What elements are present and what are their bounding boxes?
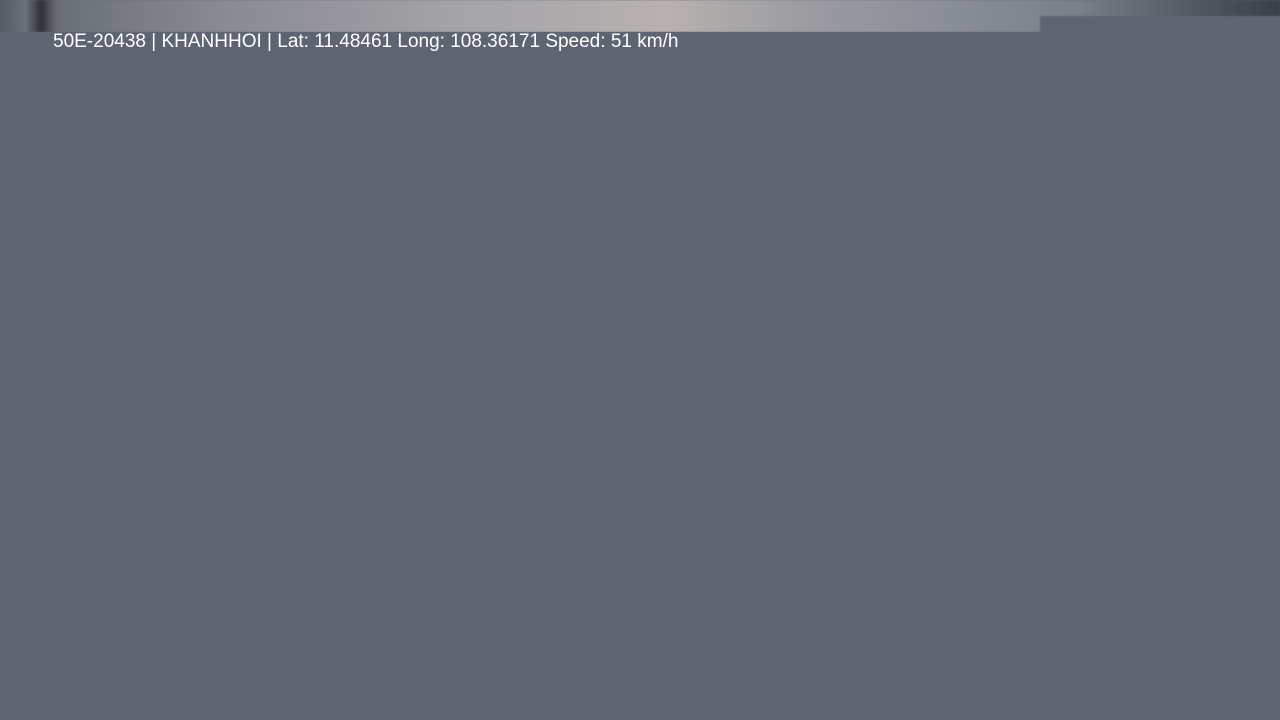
separator: | — [261, 31, 278, 52]
latitude-label: Lat: — [277, 31, 309, 52]
latitude-value: 11.48461 — [314, 31, 393, 52]
company-name: KHANHHOI — [161, 31, 262, 52]
telemetry-readout: 50E-20438 | KHANHHOI | Lat: 11.48461 Lon… — [53, 31, 678, 53]
speed-value: 51 — [610, 31, 632, 52]
vehicle-plate: 50E-20438 — [53, 31, 146, 52]
video-overlay — [0, 32, 1280, 720]
video-viewport: 50E-20438 | KHANHHOI | Lat: 11.48461 Lon… — [0, 0, 1280, 720]
camera-frame-strip — [0, 0, 1280, 32]
speed-unit: km/h — [637, 31, 679, 52]
longitude-value: 108.36171 — [450, 31, 541, 52]
speed-label: Speed: — [545, 31, 606, 52]
longitude-label: Long: — [397, 31, 445, 52]
separator: | — [145, 31, 162, 52]
